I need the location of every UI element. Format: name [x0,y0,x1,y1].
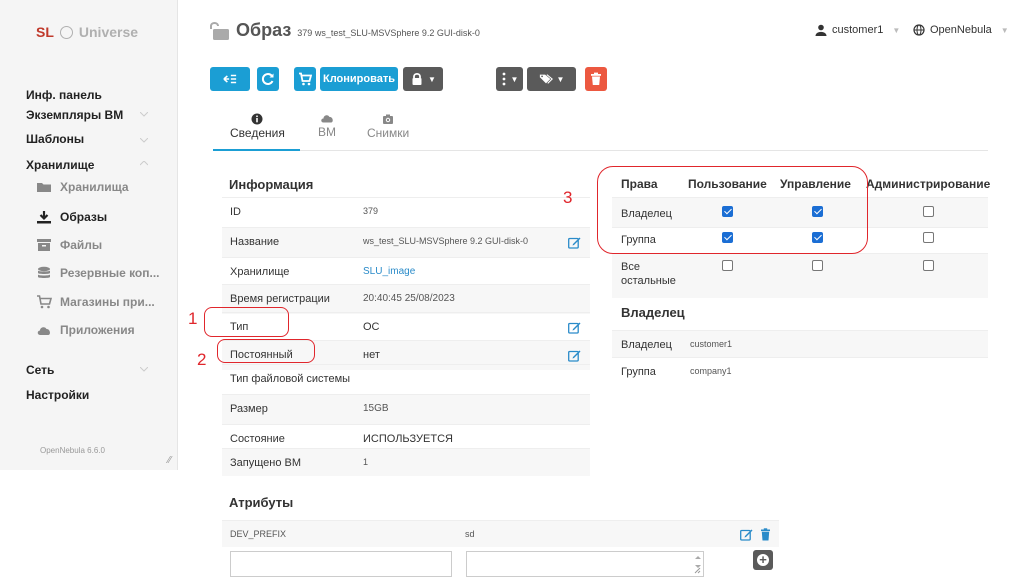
delete-button[interactable] [585,67,607,91]
attributes-section-title: Атрибуты [229,495,294,510]
add-attribute-button[interactable] [753,550,773,570]
edit-icon[interactable] [740,528,753,541]
info-row-datastore: Хранилище SLU_image [222,257,590,287]
perm-row-others: Все остальные [612,253,988,298]
folder-icon [37,183,51,192]
back-list-icon [223,74,237,84]
perm-header-admin: Администрирование [866,177,991,191]
info-section-title: Информация [229,177,314,192]
edit-icon[interactable] [568,321,581,334]
sidebar-item-templates[interactable]: Шаблоны [26,132,84,146]
chevron-down-icon: ▼ [1000,25,1009,35]
globe-icon [913,24,925,36]
refresh-icon [262,73,274,85]
sidebar-item-marketplaces[interactable]: Магазины при... [36,295,155,309]
back-button[interactable] [210,67,250,91]
archive-icon [37,239,51,251]
chevron-down-icon: ▼ [556,74,565,84]
marketplace-button[interactable] [294,67,316,91]
sidebar-item-files[interactable]: Файлы [36,238,102,252]
datastore-link[interactable]: SLU_image [363,266,415,277]
resize-grip-icon[interactable] [694,567,701,574]
attribute-key-input[interactable] [230,551,452,577]
tab-vms[interactable]: ВМ [318,112,336,139]
more-vertical-icon [502,72,505,86]
sidebar-item-network[interactable]: Сеть [26,363,54,377]
tab-info[interactable]: Сведения [230,113,285,140]
sidebar-item-dashboard[interactable]: Инф. панель [26,88,102,102]
cart-icon [299,72,312,86]
sidebar: SL Universe Инф. панель Экземпляры ВМ Ша… [0,0,178,470]
others-admin-checkbox[interactable] [923,260,934,271]
sidebar-item-datastores[interactable]: Хранилища [36,180,129,194]
info-row-id: ID 379 [222,197,590,227]
annotation-box-persistent [217,339,315,363]
active-tab-indicator [213,149,300,151]
sidebar-item-settings[interactable]: Настройки [26,388,89,402]
chevron-down-icon [140,138,148,143]
attribute-value-textarea[interactable] [466,551,704,577]
chevron-down-icon: ▼ [428,74,436,84]
app-logo[interactable]: SL Universe [36,24,138,40]
lock-menu-button[interactable]: ▼ [403,67,443,91]
annotation-number-2: 2 [197,350,207,369]
sidebar-item-storage[interactable]: Хранилище [26,158,94,172]
camera-icon [383,114,394,124]
annotation-box-type [204,307,289,337]
trash-icon [591,72,601,85]
labels-menu-button[interactable]: ▼ [527,67,576,91]
chevron-down-icon: ▼ [510,74,519,84]
sidebar-item-apps[interactable]: Приложения [36,323,135,337]
database-icon [38,266,50,278]
more-menu-button[interactable]: ▼ [496,67,523,91]
others-use-checkbox[interactable] [722,260,733,271]
version-label: OpenNebula 6.6.0 [40,446,105,455]
trash-icon[interactable] [760,528,771,541]
sidebar-item-backups[interactable]: Резервные коп... [36,266,160,280]
edit-icon[interactable] [568,236,581,249]
download-icon [37,211,51,224]
cloud-icon [37,327,50,335]
globe-logo-icon [59,25,73,39]
others-manage-checkbox[interactable] [812,260,823,271]
info-row-size: Размер 15GB [222,394,590,424]
chevron-down-icon: ▼ [892,25,901,35]
tab-snapshots[interactable]: Снимки [367,113,409,140]
clone-button[interactable]: Клонировать [320,67,398,91]
user-icon [815,24,827,36]
lock-icon [412,72,422,85]
ownership-row-group: Группа company1 [612,357,988,384]
info-row-fstype: Тип файловой системы [222,364,590,394]
cart-icon [37,295,52,309]
tags-icon [539,74,553,84]
group-admin-checkbox[interactable] [923,232,934,243]
tab-divider [213,150,988,151]
chevron-up-icon [140,161,148,166]
info-icon [251,113,263,125]
edit-icon[interactable] [568,349,581,362]
sidebar-item-vms[interactable]: Экземпляры ВМ [26,108,123,122]
annotation-number-1: 1 [188,309,198,328]
attribute-row: DEV_PREFIX sd [222,520,779,547]
page-title: Образ 379 ws_test_SLU-MSVSphere 9.2 GUI-… [208,20,480,41]
info-row-running-vms: Запущено ВМ 1 [222,448,590,476]
zone-menu[interactable]: OpenNebula ▼ [913,24,1009,36]
user-menu[interactable]: customer1 ▼ [815,24,900,36]
sidebar-item-images[interactable]: Образы [36,210,107,224]
annotation-box-permissions [597,166,868,254]
lock-open-icon [210,21,229,40]
refresh-button[interactable] [257,67,279,91]
ownership-row-owner: Владелец customer1 [612,330,988,357]
info-row-name: Название ws_test_SLU-MSVSphere 9.2 GUI-d… [222,227,590,257]
ownership-section-title: Владелец [621,305,685,320]
chevron-down-icon [140,367,148,372]
annotation-number-3: 3 [563,188,573,207]
owner-admin-checkbox[interactable] [923,206,934,217]
cloud-icon [321,115,333,123]
chevron-down-icon [140,112,148,117]
resize-handle-icon[interactable]: ⁄⁄ [168,455,171,466]
